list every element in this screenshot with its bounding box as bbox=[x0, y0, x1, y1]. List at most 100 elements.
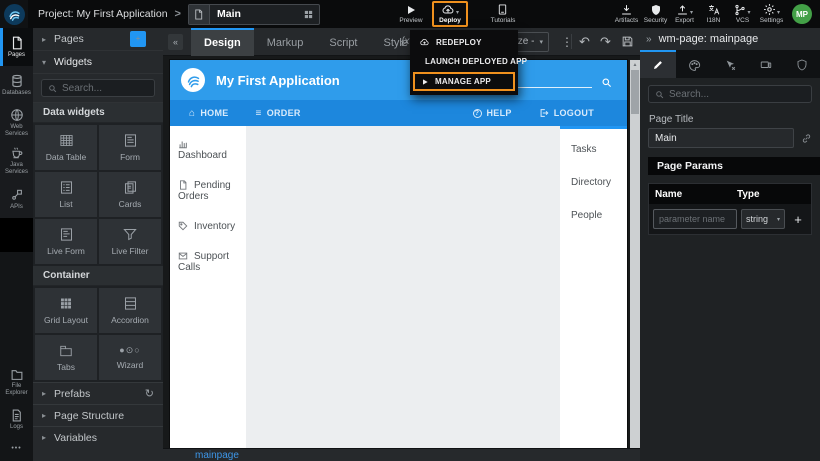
rail-item-pages[interactable]: Pages bbox=[0, 28, 33, 66]
security-button[interactable]: Security bbox=[641, 0, 670, 28]
chevron-down-icon bbox=[777, 9, 780, 16]
nav-home[interactable]: HOME bbox=[189, 108, 229, 119]
widget-tile-data-table[interactable]: Data Table bbox=[35, 125, 97, 170]
gear-icon bbox=[763, 3, 780, 16]
widget-tile-grid-layout[interactable]: Grid Layout bbox=[35, 288, 97, 333]
rail-item-databases[interactable]: Databases bbox=[0, 66, 33, 104]
side-item-directory[interactable]: Directory bbox=[571, 177, 616, 188]
tab-properties[interactable] bbox=[640, 50, 676, 78]
bindings-icon[interactable] bbox=[401, 36, 409, 47]
menu-item-launch-deployed-app[interactable]: LAUNCH DEPLOYED APP bbox=[410, 52, 518, 71]
chevron-down-icon bbox=[456, 9, 459, 16]
artifacts-button[interactable]: Artifacts bbox=[612, 0, 641, 28]
column-name: Name bbox=[649, 189, 737, 200]
grid-view-icon[interactable] bbox=[303, 9, 314, 20]
undo-button[interactable] bbox=[579, 34, 590, 50]
app-content-area[interactable] bbox=[246, 126, 560, 448]
menu-item-dashboard[interactable]: Dashboard bbox=[178, 139, 238, 161]
widget-tile-accordion[interactable]: Accordion bbox=[99, 288, 161, 333]
param-type-select[interactable]: string bbox=[741, 209, 785, 229]
widget-tile-tabs[interactable]: Tabs bbox=[35, 335, 97, 380]
wavemaker-logo[interactable] bbox=[0, 0, 28, 28]
palette-icon bbox=[688, 59, 701, 72]
rail-more-button[interactable] bbox=[0, 439, 33, 457]
upload-icon bbox=[676, 4, 693, 16]
widget-tile-cards[interactable]: Cards bbox=[99, 172, 161, 217]
rail-item-file-explorer[interactable]: File Explorer bbox=[0, 363, 33, 401]
tab-script[interactable]: Script bbox=[316, 28, 370, 56]
side-item-people[interactable]: People bbox=[571, 210, 616, 221]
caret-down-icon bbox=[539, 38, 543, 46]
logout-icon bbox=[539, 108, 549, 118]
add-param-button[interactable] bbox=[791, 212, 805, 227]
collapse-panel-button[interactable] bbox=[168, 34, 183, 50]
shield-outline-icon bbox=[796, 59, 808, 71]
active-page-name[interactable]: mainpage bbox=[195, 450, 239, 461]
inspector-header: wm-page: mainpage bbox=[640, 28, 820, 50]
tab-events[interactable] bbox=[712, 50, 748, 78]
pages-accordion[interactable]: Pages bbox=[33, 28, 163, 51]
preview-button[interactable]: Preview bbox=[390, 0, 432, 28]
collapse-inspector-button[interactable] bbox=[646, 34, 652, 45]
rail-item-web-services[interactable]: Web Services bbox=[0, 104, 33, 142]
page-structure-accordion[interactable]: Page Structure bbox=[33, 404, 163, 426]
menu-item-redeploy[interactable]: REDEPLOY bbox=[410, 33, 518, 52]
i18n-button[interactable]: I18N bbox=[699, 0, 728, 28]
app-body: Dashboard Pending Orders Inventory Suppo… bbox=[170, 126, 627, 448]
add-page-button[interactable] bbox=[130, 31, 146, 47]
widget-tile-wizard[interactable]: Wizard bbox=[99, 335, 161, 380]
nav-order[interactable]: ORDER bbox=[256, 108, 301, 119]
nav-help[interactable]: ?HELP bbox=[473, 108, 512, 118]
param-name-input[interactable] bbox=[653, 209, 737, 229]
inspector-search-input[interactable] bbox=[669, 89, 805, 100]
save-button[interactable] bbox=[621, 35, 634, 48]
search-icon[interactable] bbox=[601, 77, 612, 88]
widgets-accordion[interactable]: Widgets bbox=[33, 51, 163, 74]
prefabs-accordion[interactable]: Prefabs bbox=[33, 382, 163, 404]
pencil-icon bbox=[652, 59, 664, 71]
rail-item-apis[interactable]: APIs bbox=[0, 180, 33, 218]
widget-tile-list[interactable]: List bbox=[35, 172, 97, 217]
data-table-icon bbox=[58, 133, 75, 148]
bind-link-icon[interactable] bbox=[801, 133, 812, 144]
menu-item-support-calls[interactable]: Support Calls bbox=[178, 251, 238, 273]
variables-accordion[interactable]: Variables bbox=[33, 426, 163, 448]
export-button[interactable]: Export bbox=[670, 0, 699, 28]
settings-button[interactable]: Settings bbox=[757, 0, 786, 28]
widget-tile-live-filter[interactable]: Live Filter bbox=[99, 219, 161, 264]
avatar[interactable]: MP bbox=[792, 4, 812, 24]
floppy-save-icon bbox=[621, 35, 634, 48]
vcs-button[interactable]: VCS bbox=[728, 0, 757, 28]
page-title-input[interactable] bbox=[648, 128, 794, 148]
funnel-icon bbox=[122, 227, 138, 242]
tab-design[interactable]: Design bbox=[191, 28, 254, 56]
side-item-tasks[interactable]: Tasks bbox=[571, 144, 616, 155]
editor-toolbar: Design Markup Script Style Canvas Size - bbox=[163, 28, 640, 56]
tab-device[interactable] bbox=[748, 50, 784, 78]
deploy-button[interactable]: Deploy bbox=[432, 1, 468, 27]
tutorials-button[interactable]: Tutorials bbox=[480, 0, 526, 28]
rail-divider bbox=[0, 218, 33, 252]
tab-markup[interactable]: Markup bbox=[254, 28, 317, 56]
refresh-icon[interactable] bbox=[145, 387, 154, 400]
list-icon bbox=[59, 180, 74, 195]
nav-logout[interactable]: LOGOUT bbox=[539, 108, 594, 118]
menu-item-inventory[interactable]: Inventory bbox=[178, 221, 238, 232]
rail-item-java-services[interactable]: Java Services bbox=[0, 142, 33, 180]
page-selector[interactable]: Main bbox=[188, 4, 320, 25]
tab-styles[interactable] bbox=[676, 50, 712, 78]
redo-button[interactable] bbox=[600, 34, 611, 50]
document-icon bbox=[178, 180, 188, 190]
scroll-up-icon[interactable] bbox=[630, 60, 640, 70]
canvas-scrollbar[interactable] bbox=[630, 60, 640, 448]
widget-tile-live-form[interactable]: Live Form bbox=[35, 219, 97, 264]
menu-item-manage-app[interactable]: MANAGE APP bbox=[415, 74, 513, 89]
scrollbar-thumb[interactable] bbox=[631, 70, 639, 114]
widget-tile-form[interactable]: Form bbox=[99, 125, 161, 170]
rail-item-logs[interactable]: Logs bbox=[0, 401, 33, 439]
tab-security[interactable] bbox=[784, 50, 820, 78]
caret-down-icon bbox=[777, 216, 780, 223]
canvas-statusbar: mainpage bbox=[163, 448, 640, 461]
widget-search-input[interactable] bbox=[62, 83, 148, 94]
menu-item-pending-orders[interactable]: Pending Orders bbox=[178, 180, 238, 202]
